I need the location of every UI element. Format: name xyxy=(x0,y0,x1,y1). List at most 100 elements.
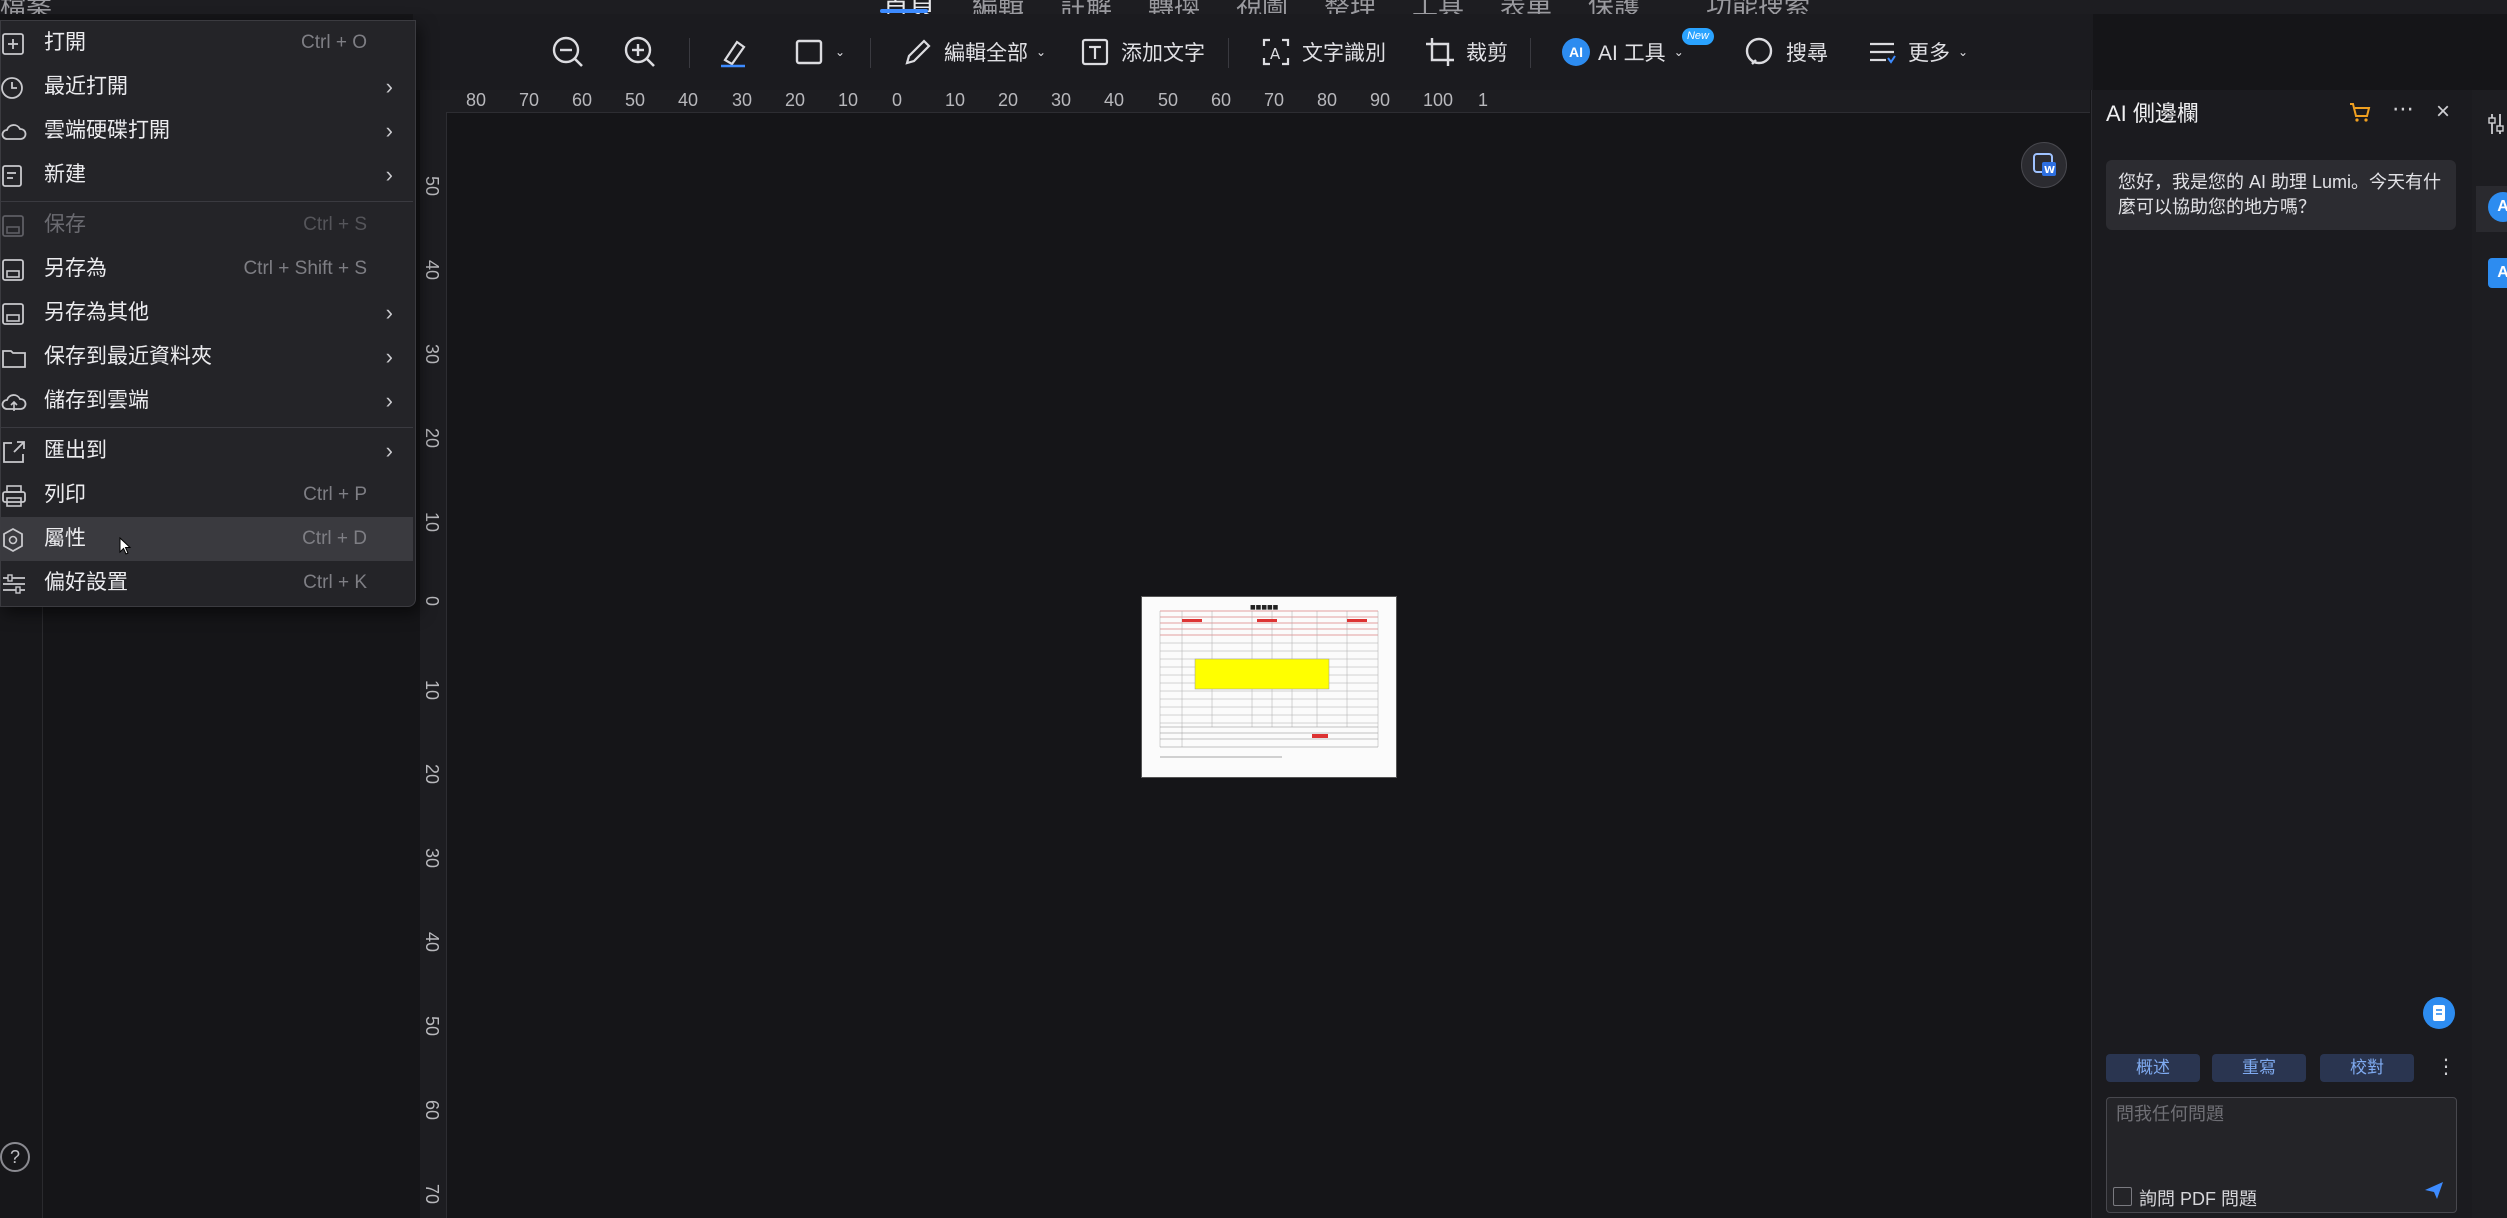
more-button[interactable]: 更多 ⌄ xyxy=(1864,30,1968,74)
svg-text:■■■■■: ■■■■■ xyxy=(1250,604,1279,611)
highlight-button[interactable] xyxy=(715,30,751,74)
menu-item-save-as[interactable]: 另存為 Ctrl + Shift + S xyxy=(1,247,413,291)
more-label: 更多 xyxy=(1908,42,1950,65)
ruler-tick-label: 30 xyxy=(422,848,442,869)
ruler-tick-label: 40 xyxy=(422,932,442,953)
ocr-icon: A xyxy=(1262,38,1290,66)
add-text-button[interactable]: 添加文字 xyxy=(1077,30,1205,74)
convert-to-word-button[interactable]: W xyxy=(2021,142,2067,188)
ai-tools-label: AI 工具 xyxy=(1598,42,1666,65)
tab-protect[interactable]: 保護 xyxy=(1588,0,1640,14)
chevron-right-icon: › xyxy=(385,438,393,463)
menu-item-label: 保存到最近資料夾 xyxy=(44,345,212,368)
cloud-icon xyxy=(1,124,27,140)
toolbar-divider xyxy=(1530,38,1531,68)
ai-translate-icon[interactable]: A xyxy=(2488,258,2507,288)
chip-proofread[interactable]: 校對 xyxy=(2320,1054,2414,1082)
menu-item-print[interactable]: 列印 Ctrl + P xyxy=(1,473,413,517)
zoom-in-button[interactable] xyxy=(622,30,658,74)
highlight-box xyxy=(1194,658,1330,690)
tab-organize[interactable]: 整理 xyxy=(1324,0,1376,14)
menu-item-new[interactable]: 新建 › xyxy=(1,153,413,197)
search-label: 搜尋 xyxy=(1786,42,1828,65)
chip-rewrite[interactable]: 重寫 xyxy=(2212,1054,2306,1082)
help-icon[interactable]: ? xyxy=(0,1142,30,1172)
more-options-icon[interactable]: ⋯ xyxy=(2392,96,2414,122)
edit-all-button[interactable]: 編輯全部 ⌄ xyxy=(900,30,1046,74)
menu-divider xyxy=(1,427,413,428)
ruler-tick-label: 20 xyxy=(785,90,806,110)
tab-view[interactable]: 視圖 xyxy=(1236,0,1288,14)
ai-input-placeholder: 問我任何問題 xyxy=(2116,1104,2224,1124)
preferences-icon xyxy=(3,574,25,594)
menu-item-shortcut: Ctrl + Shift + S xyxy=(243,258,367,279)
ocr-label: 文字識別 xyxy=(1302,42,1386,65)
ruler-tick-label: 10 xyxy=(422,512,442,533)
menu-item-label: 另存為 xyxy=(44,257,107,280)
save-other-icon xyxy=(2,303,24,325)
chips-more-icon[interactable]: ⋮ xyxy=(2436,1054,2456,1079)
highlighter-icon xyxy=(721,40,746,68)
text-box-icon xyxy=(1081,38,1109,66)
new-doc-icon xyxy=(2,165,22,187)
menu-item-save-recent-folder[interactable]: 保存到最近資料夾 › xyxy=(1,335,413,379)
pdf-page[interactable]: ■■■■■ xyxy=(1141,596,1397,778)
zoom-out-button[interactable] xyxy=(550,30,586,74)
menu-item-preferences[interactable]: 偏好設置 Ctrl + K xyxy=(1,561,413,605)
toolbar: ⌄ 編輯全部 ⌄ 添加文字 A 文字識別 裁剪 AI AI 工具 ⌄ 搜尋 更多… xyxy=(413,14,2093,90)
tab-comment[interactable]: 註解 xyxy=(1060,0,1112,14)
tab-file-cut[interactable]: 檔案 xyxy=(0,0,52,14)
horizontal-ruler: 80 70 60 50 40 30 20 10 0 10 20 30 40 50 60 70 80 90 100 1 xyxy=(420,90,2090,113)
close-icon[interactable]: × xyxy=(2436,98,2450,126)
edit-all-label: 編輯全部 xyxy=(944,42,1028,65)
search-button[interactable]: 搜尋 xyxy=(1742,30,1828,74)
tab-forms[interactable]: 表單 xyxy=(1500,0,1552,14)
menu-item-shortcut: Ctrl + S xyxy=(303,214,367,235)
menu-item-save-as-other[interactable]: 另存為其他 › xyxy=(1,291,413,335)
feature-search[interactable]: 功能搜索 xyxy=(1706,0,1810,14)
chevron-right-icon: › xyxy=(385,344,393,369)
ruler-tick-label: 40 xyxy=(1104,90,1125,110)
toolbar-divider xyxy=(870,38,871,68)
summary-fab-button[interactable] xyxy=(2423,997,2455,1029)
ruler-tick-label: 80 xyxy=(1317,90,1338,110)
chevron-down-icon: ⌄ xyxy=(1958,45,1969,59)
ruler-tick-label: 10 xyxy=(422,680,442,701)
ruler-tick-label: 70 xyxy=(519,90,540,110)
settings-sliders-icon[interactable] xyxy=(2488,112,2506,136)
open-icon xyxy=(2,33,24,55)
ruler-tick-label: 60 xyxy=(1211,90,1232,110)
folder-icon xyxy=(2,350,26,368)
menu-item-open[interactable]: 打開 Ctrl + O xyxy=(1,21,413,65)
send-icon[interactable] xyxy=(2422,1178,2446,1202)
chevron-right-icon: › xyxy=(385,388,393,413)
ask-pdf-checkbox[interactable] xyxy=(2113,1187,2132,1206)
ruler-tick-label: 1 xyxy=(1478,90,1489,110)
export-icon xyxy=(3,441,25,463)
menu-item-recent[interactable]: 最近打開 › xyxy=(1,65,413,109)
crop-button[interactable]: 裁剪 xyxy=(1422,30,1508,74)
menu-item-label: 另存為其他 xyxy=(44,301,149,324)
ai-tools-button[interactable]: AI AI 工具 ⌄ xyxy=(1562,30,1684,74)
ruler-tick-label: 20 xyxy=(998,90,1019,110)
chevron-right-icon: › xyxy=(385,300,393,325)
properties-icon xyxy=(3,527,23,553)
tab-convert[interactable]: 轉換 xyxy=(1148,0,1200,14)
save-as-icon xyxy=(2,259,24,281)
shape-button[interactable]: ⌄ xyxy=(791,30,845,74)
ocr-button[interactable]: A 文字識別 xyxy=(1258,30,1386,74)
ruler-tick-label: 90 xyxy=(1370,90,1391,110)
menu-item-save-to-cloud[interactable]: 儲存到雲端 › xyxy=(1,379,413,423)
menu-item-properties[interactable]: 屬性 Ctrl + D xyxy=(1,517,413,561)
cart-icon[interactable] xyxy=(2348,100,2372,124)
svg-text:W: W xyxy=(2044,165,2055,176)
menu-item-label: 儲存到雲端 xyxy=(44,389,149,412)
chip-summarize[interactable]: 概述 xyxy=(2106,1054,2200,1082)
word-icon: W xyxy=(2033,153,2056,176)
menu-item-cloud-open[interactable]: 雲端硬碟打開 › xyxy=(1,109,413,153)
tab-tools[interactable]: 工具 xyxy=(1412,0,1464,14)
tab-edit[interactable]: 編輯 xyxy=(972,0,1024,14)
menu-icon xyxy=(1870,42,1896,64)
menu-item-export[interactable]: 匯出到 › xyxy=(1,429,413,473)
chevron-right-icon: › xyxy=(385,162,393,187)
